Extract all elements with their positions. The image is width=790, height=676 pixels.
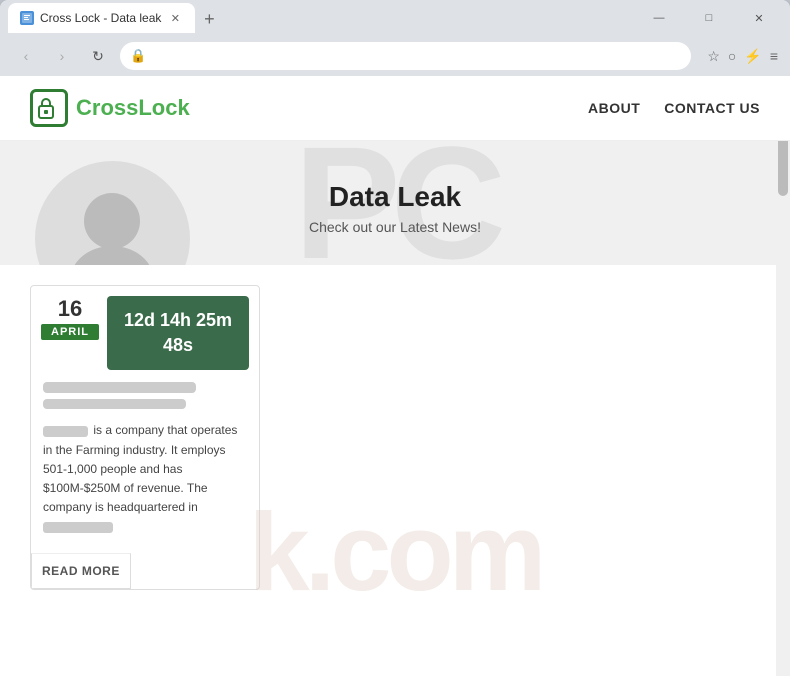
blurred-location	[43, 522, 113, 533]
hero-section: PC Data Leak Check out our Latest News!	[0, 141, 790, 265]
article-card: 16 APRIL 12d 14h 25m48s is a company tha…	[30, 285, 260, 590]
logo-icon	[30, 89, 68, 127]
tab-title: Cross Lock - Data leak	[40, 11, 161, 25]
hero-title: Data Leak	[0, 181, 790, 213]
blurred-title-line	[43, 382, 196, 393]
scrollbar[interactable]	[776, 76, 790, 676]
refresh-button[interactable]: ↻	[84, 42, 112, 70]
article-text: is a company that operates in the Farmin…	[43, 421, 247, 536]
hero-subtitle: Check out our Latest News!	[0, 219, 790, 235]
article-description: is a company that operates in the Farmin…	[43, 423, 237, 514]
address-bar: ‹ › ↻ 🔒 ☆ ○ ⚡ ≡	[0, 36, 790, 76]
countdown-badge: 12d 14h 25m48s	[107, 296, 249, 370]
date-badge: 16 APRIL	[41, 296, 99, 340]
url-bar[interactable]: 🔒	[120, 42, 691, 70]
minimize-button[interactable]: —	[636, 3, 682, 33]
article-body: is a company that operates in the Farmin…	[31, 370, 259, 544]
toolbar-icons: ☆ ○ ⚡ ≡	[707, 48, 778, 65]
read-more-button[interactable]: READ MORE	[31, 553, 131, 589]
about-nav-link[interactable]: ABOUT	[588, 100, 640, 116]
window-controls: — □ ✕	[636, 3, 782, 33]
main-nav: ABOUT CONTACT US	[588, 100, 760, 116]
page-content: CrossLock ABOUT CONTACT US PC	[0, 76, 790, 676]
extensions-icon[interactable]: ⚡	[744, 48, 761, 65]
maximize-button[interactable]: □	[686, 3, 732, 33]
lock-icon: 🔒	[130, 48, 146, 64]
active-tab[interactable]: Cross Lock - Data leak ✕	[8, 3, 195, 33]
logo-text: CrossLock	[76, 95, 190, 121]
tab-close-button[interactable]: ✕	[167, 10, 183, 26]
new-tab-button[interactable]: +	[195, 5, 223, 33]
title-bar: Cross Lock - Data leak ✕ + — □ ✕	[0, 0, 790, 36]
contact-nav-link[interactable]: CONTACT US	[664, 100, 760, 116]
countdown-text: 12d 14h 25m48s	[124, 310, 232, 355]
blurred-subtitle-line	[43, 399, 186, 409]
tab-area: Cross Lock - Data leak ✕ +	[8, 3, 628, 33]
profile-menu-icon[interactable]: ≡	[770, 48, 778, 65]
forward-button[interactable]: ›	[48, 42, 76, 70]
bookmark-icon[interactable]: ☆	[707, 48, 720, 65]
date-month: APRIL	[41, 324, 99, 340]
browser-window: Cross Lock - Data leak ✕ + — □ ✕ ‹ › ↻ 🔒…	[0, 0, 790, 676]
date-day: 16	[58, 296, 82, 322]
blurred-company-name	[43, 426, 88, 437]
close-button[interactable]: ✕	[736, 3, 782, 33]
site-navbar: CrossLock ABOUT CONTACT US	[0, 76, 790, 141]
back-button[interactable]: ‹	[12, 42, 40, 70]
tab-favicon	[20, 11, 34, 25]
logo[interactable]: CrossLock	[30, 89, 190, 127]
shield-icon[interactable]: ○	[728, 48, 736, 65]
main-content: 16 APRIL 12d 14h 25m48s is a company tha…	[0, 265, 790, 676]
